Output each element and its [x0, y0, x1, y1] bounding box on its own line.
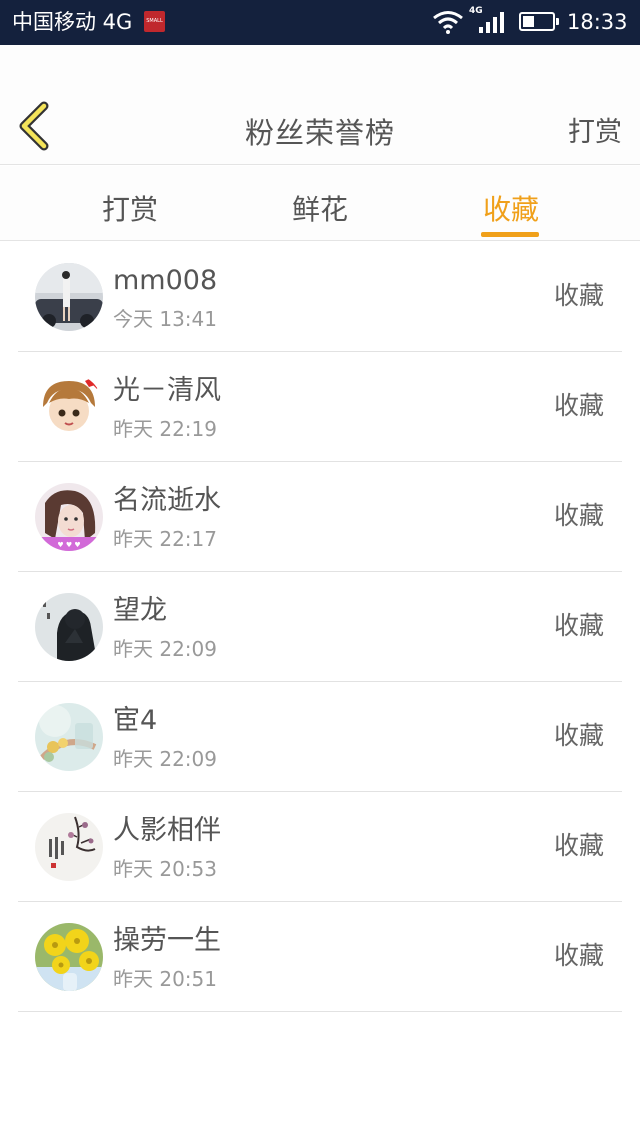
- favorite-label: 收藏: [553, 721, 604, 750]
- clock: 18:33: [567, 10, 628, 34]
- favorite-label: 收藏: [553, 391, 604, 420]
- user-name: 人影相伴: [113, 815, 221, 846]
- list-item[interactable]: 人影相伴 昨天 20:53 收藏: [18, 792, 622, 902]
- timestamp: 今天 13:41: [113, 307, 217, 331]
- list-item[interactable]: mm008 今天 13:41 收藏: [18, 242, 622, 352]
- user-name: 光－清风: [113, 375, 221, 406]
- list-item[interactable]: 操劳一生 昨天 20:51 收藏: [18, 902, 622, 1012]
- favorite-label: 收藏: [553, 501, 604, 530]
- user-name: 操劳一生: [113, 925, 221, 956]
- avatar: ♥ ♥ ♥: [35, 483, 103, 551]
- timestamp: 昨天 22:09: [113, 747, 217, 771]
- reward-button[interactable]: 打赏: [568, 110, 622, 149]
- tab-bar: 打赏 鲜花 收藏: [0, 166, 640, 241]
- favorite-label: 收藏: [553, 281, 604, 310]
- page-title: 粉丝荣誉榜: [244, 116, 395, 150]
- favorite-label: 收藏: [553, 611, 604, 640]
- battery-level: [523, 16, 534, 27]
- user-name: 望龙: [113, 595, 167, 626]
- avatar: [35, 593, 103, 661]
- timestamp: 昨天 20:51: [113, 967, 217, 991]
- list-item[interactable]: ♥ ♥ ♥ 名流逝水 昨天 22:17 收藏: [18, 462, 622, 572]
- tab-favorites[interactable]: 收藏: [483, 188, 539, 228]
- avatar: [35, 373, 103, 441]
- wifi-icon: [433, 11, 463, 34]
- timestamp: 昨天 22:09: [113, 637, 217, 661]
- status-bar: 中国移动 4G SMALL 4G 18:33: [0, 0, 640, 45]
- timestamp: 昨天 22:19: [113, 417, 217, 441]
- battery-icon: [519, 12, 559, 31]
- timestamp: 昨天 22:17: [113, 527, 217, 551]
- list-item[interactable]: 光－清风 昨天 22:19 收藏: [18, 352, 622, 462]
- favorite-label: 收藏: [553, 831, 604, 860]
- signal-icon: [479, 12, 504, 33]
- user-name: 宦4: [113, 705, 158, 736]
- app-header: 粉丝荣誉榜 打赏: [0, 45, 640, 165]
- avatar: [35, 263, 103, 331]
- list-item[interactable]: 望龙 昨天 22:09 收藏: [18, 572, 622, 682]
- avatar: [35, 703, 103, 771]
- carrier-label: 中国移动 4G: [12, 10, 133, 34]
- svg-text:♥ ♥ ♥: ♥ ♥ ♥: [57, 541, 80, 549]
- tab-flowers[interactable]: 鲜花: [292, 188, 348, 228]
- active-tab-indicator: [481, 232, 539, 237]
- avatar: [35, 813, 103, 881]
- user-name: 名流逝水: [113, 485, 221, 516]
- favorite-label: 收藏: [553, 941, 604, 970]
- list-item[interactable]: 宦4 昨天 22:09 收藏: [18, 682, 622, 792]
- app-notification-icon: SMALL: [144, 11, 165, 32]
- fan-list: mm008 今天 13:41 收藏 光－清风 昨天 22:19 收藏 ♥ ♥ ♥…: [18, 242, 622, 1012]
- tab-reward[interactable]: 打赏: [102, 188, 158, 228]
- timestamp: 昨天 20:53: [113, 857, 217, 881]
- user-name: mm008: [113, 265, 218, 296]
- avatar: [35, 923, 103, 991]
